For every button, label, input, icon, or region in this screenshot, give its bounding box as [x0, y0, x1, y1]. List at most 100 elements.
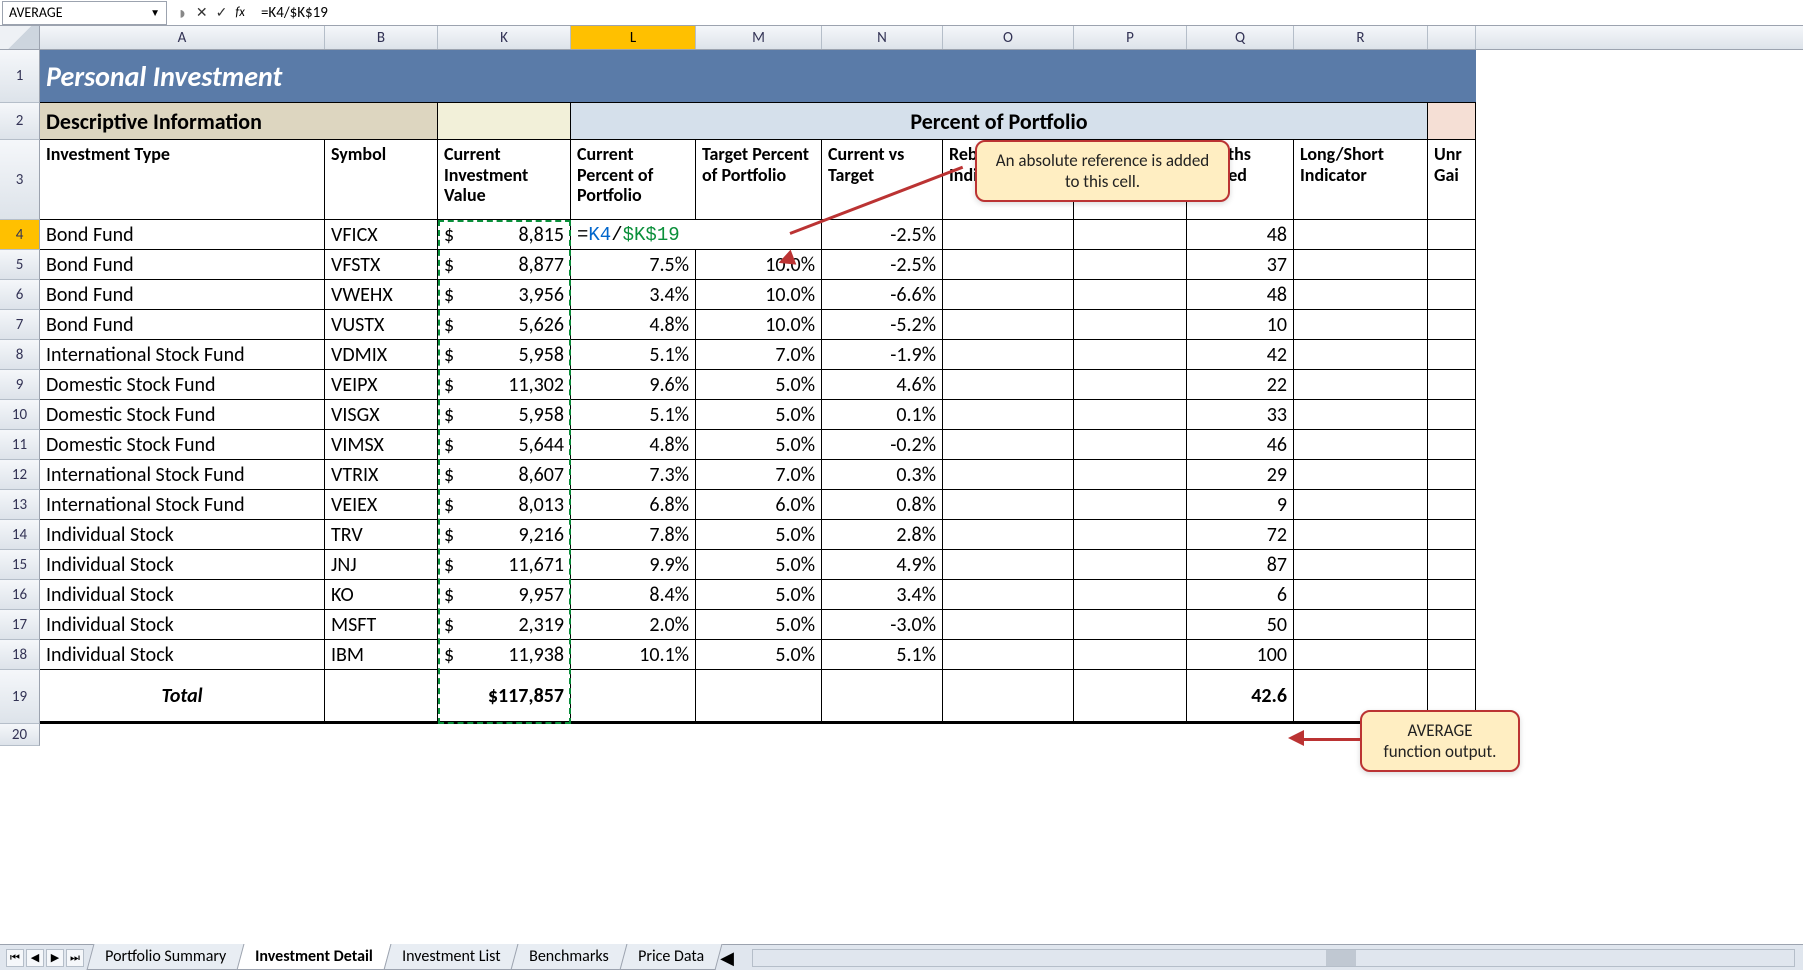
cell[interactable] [1428, 103, 1476, 140]
cell-symbol[interactable]: JNJ [325, 550, 438, 580]
header-unrealized[interactable]: Unr Gai [1428, 140, 1476, 220]
sheet-tab[interactable]: Portfolio Summary [87, 944, 245, 970]
page-title[interactable]: Personal Investment [40, 50, 438, 103]
cell-longshort[interactable] [1294, 610, 1428, 640]
section-percent[interactable]: Percent of Portfolio [571, 103, 1428, 140]
cell-rebalance[interactable] [943, 250, 1074, 280]
cell-gain[interactable] [1428, 460, 1476, 490]
cell-current-pct[interactable]: 8.4% [571, 580, 696, 610]
cell-buysell[interactable] [1074, 640, 1187, 670]
cell-symbol[interactable]: VTRIX [325, 460, 438, 490]
row-header-8[interactable]: 8 [0, 340, 40, 370]
row-header-17[interactable]: 17 [0, 610, 40, 640]
cell-target-pct[interactable]: 10.0% [696, 280, 822, 310]
col-header-B[interactable]: B [325, 26, 438, 49]
row-header-10[interactable]: 10 [0, 400, 40, 430]
cell-rebalance[interactable] [943, 640, 1074, 670]
cell-longshort[interactable] [1294, 400, 1428, 430]
cell-months[interactable]: 46 [1187, 430, 1294, 460]
cell-target-pct[interactable]: 5.0% [696, 370, 822, 400]
cell[interactable] [438, 103, 571, 140]
cell-target-pct[interactable]: 7.0% [696, 460, 822, 490]
section-descriptive[interactable]: Descriptive Information [40, 103, 438, 140]
cell-vs-target[interactable]: -3.0% [822, 610, 943, 640]
row-header-4[interactable]: 4 [0, 220, 40, 250]
cell-type[interactable]: Domestic Stock Fund [40, 400, 325, 430]
cell-gain[interactable] [1428, 250, 1476, 280]
cell-gain[interactable] [1428, 610, 1476, 640]
col-header-M[interactable]: M [696, 26, 822, 49]
cell-symbol[interactable]: VISGX [325, 400, 438, 430]
row-header-13[interactable]: 13 [0, 490, 40, 520]
tab-nav-prev-icon[interactable]: ◀ [26, 949, 44, 967]
cell-type[interactable]: Individual Stock [40, 550, 325, 580]
cell-current-pct[interactable]: 2.0% [571, 610, 696, 640]
cell-buysell[interactable] [1074, 580, 1187, 610]
cell-gain[interactable] [1428, 340, 1476, 370]
cell-vs-target[interactable]: 5.1% [822, 640, 943, 670]
row-header-7[interactable]: 7 [0, 310, 40, 340]
cell[interactable] [571, 670, 696, 724]
cell-value[interactable]: $5,958 [438, 400, 571, 430]
cell-target-pct[interactable]: 5.0% [696, 550, 822, 580]
row-header-19[interactable]: 19 [0, 670, 40, 724]
cell-rebalance[interactable] [943, 550, 1074, 580]
cell-longshort[interactable] [1294, 430, 1428, 460]
cell-target-pct[interactable]: 10.0% [696, 250, 822, 280]
cell-months[interactable]: 9 [1187, 490, 1294, 520]
cell-vs-target[interactable]: 4.6% [822, 370, 943, 400]
cell-buysell[interactable] [1074, 400, 1187, 430]
header-symbol[interactable]: Symbol [325, 140, 438, 220]
cell-buysell[interactable] [1074, 370, 1187, 400]
col-header-Q[interactable]: Q [1187, 26, 1294, 49]
cell-current-pct[interactable]: 7.3% [571, 460, 696, 490]
cell-target-pct[interactable]: 5.0% [696, 430, 822, 460]
col-header-A[interactable]: A [40, 26, 325, 49]
row-header-6[interactable]: 6 [0, 280, 40, 310]
cell-months[interactable]: 6 [1187, 580, 1294, 610]
cell-current-pct[interactable]: 5.1% [571, 340, 696, 370]
cell-gain[interactable] [1428, 220, 1476, 250]
sheet-tab[interactable]: Investment List [383, 944, 518, 970]
cell-symbol[interactable]: VUSTX [325, 310, 438, 340]
cell-vs-target[interactable]: 3.4% [822, 580, 943, 610]
scrollbar-thumb[interactable] [1326, 950, 1356, 966]
cell-symbol[interactable]: VEIPX [325, 370, 438, 400]
cell-vs-target[interactable]: 0.8% [822, 490, 943, 520]
row-header-3[interactable]: 3 [0, 140, 40, 220]
cell-months[interactable]: 100 [1187, 640, 1294, 670]
tab-nav-last-icon[interactable]: ⏭ [66, 949, 84, 967]
cell-longshort[interactable] [1294, 250, 1428, 280]
cell-symbol[interactable]: TRV [325, 520, 438, 550]
cell-current-pct[interactable]: 4.8% [571, 430, 696, 460]
cell-vs-target[interactable]: 0.3% [822, 460, 943, 490]
cell-rebalance[interactable] [943, 340, 1074, 370]
cell-gain[interactable] [1428, 520, 1476, 550]
chevron-down-icon[interactable]: ▼ [150, 6, 160, 19]
cell-type[interactable]: Bond Fund [40, 310, 325, 340]
cell-symbol[interactable]: VFICX [325, 220, 438, 250]
cell-buysell[interactable] [1074, 280, 1187, 310]
total-label[interactable]: Total [40, 670, 325, 724]
cell-current-pct[interactable]: 6.8% [571, 490, 696, 520]
cell-buysell[interactable] [1074, 550, 1187, 580]
cell-value[interactable]: $8,607 [438, 460, 571, 490]
cell-buysell[interactable] [1074, 220, 1187, 250]
cell-rebalance[interactable] [943, 460, 1074, 490]
row-header-20[interactable]: 20 [0, 724, 40, 746]
cell-value[interactable]: $8,013 [438, 490, 571, 520]
cell-target-pct[interactable]: 10.0% [696, 310, 822, 340]
cell-gain[interactable] [1428, 550, 1476, 580]
cell-longshort[interactable] [1294, 490, 1428, 520]
cell-target-pct[interactable]: 7.0% [696, 340, 822, 370]
sheet-tab[interactable]: Price Data [619, 944, 722, 970]
col-header-S[interactable] [1428, 26, 1476, 49]
formula-input[interactable]: =K4/$K$19 [253, 4, 1803, 22]
cell[interactable] [696, 670, 822, 724]
header-current-value[interactable]: Current Investment Value [438, 140, 571, 220]
cell-value[interactable]: $11,938 [438, 640, 571, 670]
tab-nav-first-icon[interactable]: ⏮ [6, 949, 24, 967]
sheet-tab[interactable]: Investment Detail [237, 944, 392, 970]
cancel-formula-icon[interactable]: ✕ [196, 4, 208, 21]
row-header-9[interactable]: 9 [0, 370, 40, 400]
